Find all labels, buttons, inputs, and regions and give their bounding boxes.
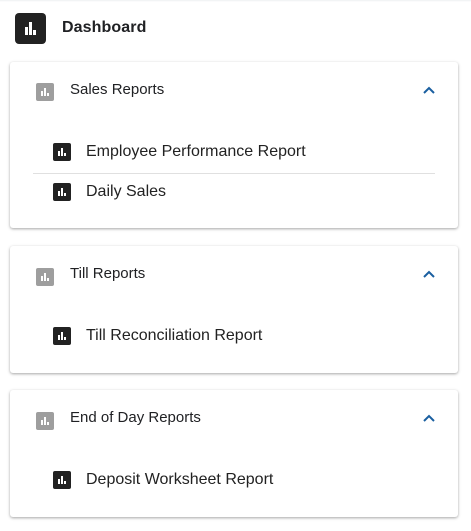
section-header-sales-reports[interactable]: Sales Reports <box>10 62 458 120</box>
list-item-label: Daily Sales <box>86 183 167 200</box>
list-item-deposit-worksheet-report[interactable]: Deposit Worksheet Report <box>33 460 435 500</box>
section-card-till-reports: Till Reports Till Reconciliation Report <box>10 246 458 373</box>
chevron-up-icon[interactable] <box>422 411 436 425</box>
bar-chart-icon <box>36 83 54 101</box>
section-header-end-of-day-reports[interactable]: End of Day Reports <box>10 390 458 448</box>
list-item-label: Employee Performance Report <box>86 143 306 160</box>
bar-chart-icon <box>36 268 54 286</box>
bar-chart-icon <box>36 412 54 430</box>
bar-chart-icon <box>53 183 71 201</box>
bar-chart-icon <box>15 12 46 44</box>
dashboard-header: Dashboard <box>15 12 146 44</box>
list-item-employee-performance-report[interactable]: Employee Performance Report <box>33 132 435 172</box>
chevron-up-icon[interactable] <box>422 83 436 97</box>
chevron-up-icon[interactable] <box>422 267 436 281</box>
section-card-end-of-day-reports: End of Day Reports Deposit Worksheet Rep… <box>10 390 458 517</box>
bar-chart-icon <box>53 143 71 161</box>
section-title: Till Reports <box>70 265 146 282</box>
section-card-sales-reports: Sales Reports Employee Performance Repor… <box>10 62 458 228</box>
list-item-till-reconciliation-report[interactable]: Till Reconciliation Report <box>33 316 435 356</box>
bar-chart-icon <box>53 471 71 489</box>
section-title: End of Day Reports <box>70 409 201 426</box>
section-header-till-reports[interactable]: Till Reports <box>10 246 458 304</box>
list-item-label: Deposit Worksheet Report <box>86 471 274 488</box>
section-title: Sales Reports <box>70 81 165 98</box>
page-title: Dashboard <box>62 19 147 36</box>
dashboard-page: Dashboard Sales Reports Employee Perform… <box>0 0 471 531</box>
list-item-daily-sales[interactable]: Daily Sales <box>33 172 435 212</box>
list-item-label: Till Reconciliation Report <box>86 327 263 344</box>
bar-chart-icon <box>53 327 71 345</box>
top-divider <box>0 0 471 2</box>
